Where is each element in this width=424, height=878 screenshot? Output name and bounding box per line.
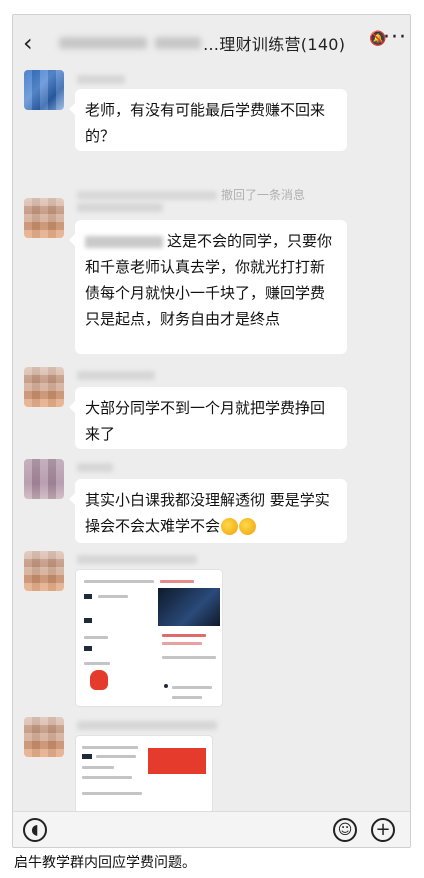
message-bubble[interactable]: 其实小白课我都没理解透彻 要是学实操会不会太难学不会 — [69, 479, 347, 543]
sender-name — [77, 463, 113, 472]
avatar[interactable] — [24, 367, 64, 407]
image-message[interactable] — [75, 735, 213, 813]
sender-name — [77, 371, 155, 380]
blurred-mention — [85, 235, 163, 248]
image-caption: 启牛教学群内回应学费问题。 — [14, 855, 196, 871]
back-icon[interactable]: ‹ — [23, 29, 47, 57]
screenshot-banner — [158, 588, 220, 626]
sender-name — [77, 555, 197, 564]
chat-window: ‹ …理财训练营(140) 🔕 ··· 老师，有没有可能最后学费赚不回来的？ 撤… — [12, 14, 411, 848]
blurred-group-name — [59, 37, 147, 49]
message-bubble[interactable]: 老师，有没有可能最后学费赚不回来的？ — [69, 89, 347, 151]
avatar[interactable] — [24, 198, 64, 238]
message-text: 大部分同学不到一个月就把学费挣回来了 — [85, 399, 326, 443]
sender-name — [77, 75, 125, 84]
input-bar: ◖ ☺ + — [13, 811, 410, 847]
red-thumb-icon — [90, 670, 108, 690]
message-bubble[interactable]: 这是不会的同学，只要你和千意老师认真去学，你就光打打新债每个月就快小一千块了，赚… — [69, 220, 347, 354]
avatar[interactable] — [24, 70, 64, 110]
message-bubble[interactable]: 大部分同学不到一个月就把学费挣回来了 — [69, 387, 347, 449]
system-notice: 撤回了一条消息 — [77, 186, 305, 203]
red-banner — [148, 748, 206, 774]
emoji-icon — [221, 518, 239, 535]
sender-name — [77, 721, 217, 730]
add-icon[interactable]: + — [371, 818, 395, 842]
avatar[interactable] — [24, 551, 64, 591]
avatar[interactable] — [24, 717, 64, 757]
more-icon[interactable]: ··· — [383, 25, 407, 50]
sender-name — [77, 203, 163, 212]
message-text: 其实小白课我都没理解透彻 要是学实操会不会太难学不会 — [85, 491, 330, 535]
emoji-icon — [239, 518, 257, 535]
voice-icon[interactable]: ◖ — [23, 818, 47, 842]
message-text: 老师，有没有可能最后学费赚不回来的？ — [85, 101, 326, 145]
image-message[interactable] — [75, 569, 223, 707]
chat-title: …理财训练营(140) — [203, 35, 346, 54]
chat-header: ‹ …理财训练营(140) 🔕 ··· — [13, 15, 410, 71]
blurred-group-name-2 — [155, 37, 201, 49]
blurred-sender — [77, 191, 217, 200]
emoji-picker-icon[interactable]: ☺ — [333, 818, 357, 842]
avatar[interactable] — [24, 459, 64, 499]
